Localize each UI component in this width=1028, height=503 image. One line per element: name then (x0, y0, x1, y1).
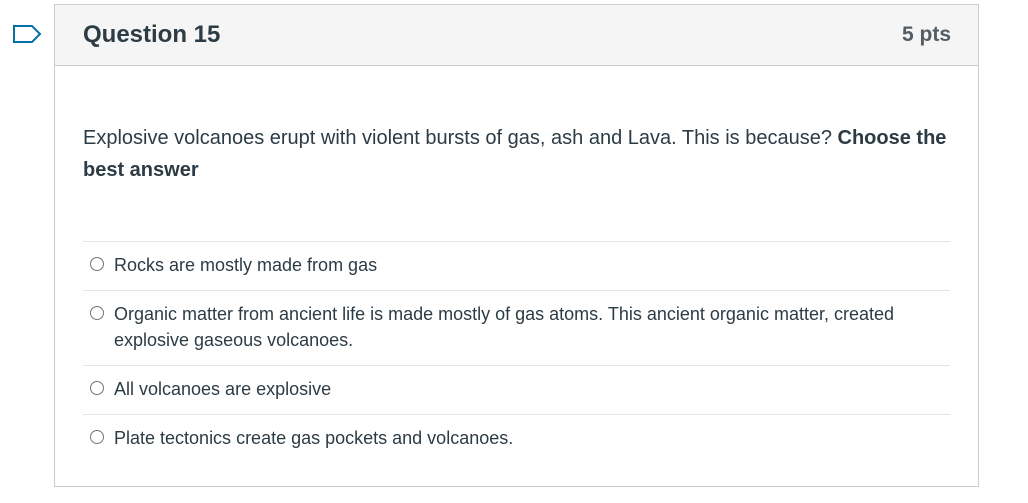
answer-option-2[interactable]: Organic matter from ancient life is made… (83, 291, 950, 366)
question-points: 5 pts (901, 23, 951, 46)
flag-question-icon[interactable] (12, 24, 42, 44)
answer-label[interactable]: Organic matter from ancient life is made… (114, 301, 950, 353)
radio-button-icon[interactable] (90, 430, 104, 444)
answer-option-3[interactable]: All volcanoes are explosive (83, 366, 950, 415)
answer-label[interactable]: Plate tectonics create gas pockets and v… (114, 425, 513, 451)
answer-option-4[interactable]: Plate tectonics create gas pockets and v… (83, 415, 950, 463)
answer-label[interactable]: All volcanoes are explosive (114, 376, 331, 402)
answer-list: Rocks are mostly made from gas Organic m… (83, 241, 950, 463)
question-title: Question 15 (83, 21, 221, 48)
answer-option-1[interactable]: Rocks are mostly made from gas (83, 242, 950, 291)
question-card: Question 15 5 pts Explosive volcanoes er… (54, 4, 979, 487)
question-body: Explosive volcanoes erupt with violent b… (55, 66, 978, 463)
radio-button-icon[interactable] (90, 306, 104, 320)
question-header: Question 15 5 pts (55, 5, 978, 66)
question-text-regular: Explosive volcanoes erupt with violent b… (83, 127, 838, 149)
quiz-page: Question 15 5 pts Explosive volcanoes er… (0, 0, 1028, 503)
answer-label[interactable]: Rocks are mostly made from gas (114, 252, 377, 278)
question-text: Explosive volcanoes erupt with violent b… (83, 122, 950, 186)
radio-button-icon[interactable] (90, 257, 104, 271)
radio-button-icon[interactable] (90, 381, 104, 395)
